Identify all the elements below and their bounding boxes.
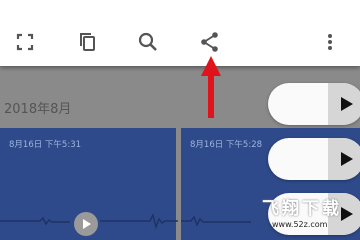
top-toolbar (0, 0, 360, 66)
play-icon[interactable] (328, 83, 360, 125)
recording-date: 8月16日 下午5:28 (190, 140, 263, 150)
watermark-url: www.52z.com (272, 220, 328, 229)
play-icon[interactable] (328, 138, 360, 180)
card-play-button[interactable] (74, 212, 98, 236)
copy-icon[interactable] (72, 27, 102, 57)
waveform (181, 215, 251, 227)
watermark-title: 飞翔下载 (262, 199, 342, 219)
share-icon[interactable] (195, 27, 225, 57)
play-pill-button[interactable] (268, 83, 360, 125)
more-vert-icon[interactable] (315, 27, 345, 57)
play-icon (83, 219, 91, 229)
search-icon[interactable] (133, 27, 163, 57)
annotation-arrow-icon (201, 56, 221, 118)
month-header: 2018年8月 (4, 102, 72, 117)
watermark: 飞翔下载 www.52z.com (242, 192, 360, 240)
recording-date: 8月16日 下午5:31 (9, 140, 82, 150)
fullscreen-icon[interactable] (10, 27, 40, 57)
play-pill-button[interactable] (268, 138, 360, 180)
